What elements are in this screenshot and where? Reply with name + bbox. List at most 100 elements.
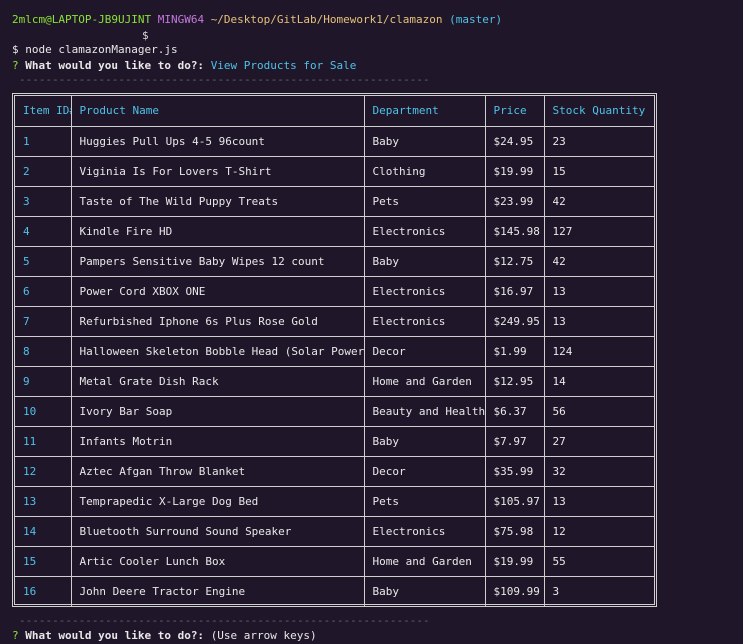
cell-price: $7.97: [485, 426, 545, 457]
user-host: 2mlcm@LAPTOP-JB9UJINT: [12, 13, 152, 26]
separator-top: ----------------------------------------…: [19, 73, 431, 86]
cell-stock-quantity: 124: [544, 336, 654, 367]
table-header-row: Item ID# Product Name Department Price S…: [15, 96, 654, 127]
cell-price: $24.95: [485, 126, 545, 157]
cell-department: Baby: [364, 576, 486, 606]
cell-product-name: Infants Motrin: [71, 426, 365, 457]
cell-stock-quantity: 13: [544, 486, 654, 517]
table-row: 14 Bluetooth Surround Sound Speaker Electr…: [15, 516, 654, 547]
header-item-id: Item ID#: [15, 96, 72, 127]
header-price: Price: [485, 96, 545, 127]
cell-product-name: Ivory Bar Soap: [71, 396, 365, 427]
cell-price: $109.99: [485, 576, 545, 606]
cell-price: $105.97: [485, 486, 545, 517]
table-row: 8 Halloween Skeleton Bobble Head (Solar P…: [15, 336, 654, 367]
cell-item-id: 16: [15, 576, 72, 606]
table-row: 11 Infants Motrin Baby $7.97 27: [15, 426, 654, 457]
table-row: 4 Kindle Fire HD Electronics $145.98 127: [15, 216, 654, 247]
cell-item-id: 9: [15, 366, 72, 397]
cell-item-id: 8: [15, 336, 72, 367]
cell-product-name: Artic Cooler Lunch Box: [71, 546, 365, 577]
cell-department: Electronics: [364, 276, 486, 307]
cell-department: Home and Garden: [364, 546, 486, 577]
prompt-line: 2mlcm@LAPTOP-JB9UJINT MINGW64 ~/Desktop/…: [12, 13, 502, 27]
cell-stock-quantity: 23: [544, 126, 654, 157]
question-hint-2: (Use arrow keys): [210, 629, 317, 642]
cell-stock-quantity: 13: [544, 306, 654, 337]
table-row: 15 Artic Cooler Lunch Box Home and Garden $…: [15, 546, 654, 577]
cell-item-id: 15: [15, 546, 72, 577]
cell-product-name: Pampers Sensitive Baby Wipes 12 count: [71, 246, 365, 277]
cell-price: $145.98: [485, 216, 545, 247]
table-row: 9 Metal Grate Dish Rack Home and Garden $12…: [15, 366, 654, 397]
cell-stock-quantity: 14: [544, 366, 654, 397]
cell-price: $35.99: [485, 456, 545, 487]
separator-bottom: ----------------------------------------…: [19, 614, 431, 627]
table-row: 12 Aztec Afgan Throw Blanket Decor $35.99 32: [15, 456, 654, 487]
cell-item-id: 11: [15, 426, 72, 457]
cell-department: Pets: [364, 186, 486, 217]
cell-department: Electronics: [364, 306, 486, 337]
cell-department: Pets: [364, 486, 486, 517]
cell-product-name: Aztec Afgan Throw Blanket: [71, 456, 365, 487]
cell-price: $6.37: [485, 396, 545, 427]
cell-item-id: 7: [15, 306, 72, 337]
cell-product-name: John Deere Tractor Engine: [71, 576, 365, 606]
cell-item-id: 2: [15, 156, 72, 187]
cell-department: Decor: [364, 456, 486, 487]
table-row: 7 Refurbished Iphone 6s Plus Rose Gold Ele…: [15, 306, 654, 337]
cell-item-id: 5: [15, 246, 72, 277]
command-line: $ node clamazonManager.js: [12, 43, 178, 56]
table-row: 2 Viginia Is For Lovers T-Shirt Clothing $1…: [15, 156, 654, 187]
cell-price: $1.99: [485, 336, 545, 367]
cell-department: Electronics: [364, 216, 486, 247]
cell-stock-quantity: 56: [544, 396, 654, 427]
question-line-1: ? What would you like to do?: View Produ…: [12, 59, 356, 73]
cell-stock-quantity: 32: [544, 456, 654, 487]
cell-item-id: 13: [15, 486, 72, 517]
cwd-path: ~/Desktop/GitLab/Homework1/clamazon: [210, 13, 443, 26]
git-branch: (master): [449, 13, 503, 26]
table-body: 1 Huggies Pull Ups 4-5 96count Baby $24.95 2…: [15, 126, 654, 606]
cell-item-id: 10: [15, 396, 72, 427]
cell-item-id: 6: [15, 276, 72, 307]
table-row: 10 Ivory Bar Soap Beauty and Health $6.37 56: [15, 396, 654, 427]
cell-department: Decor: [364, 336, 486, 367]
question-text-2: What would you like to do?:: [25, 629, 205, 642]
cell-stock-quantity: 42: [544, 246, 654, 277]
answer-text-1: View Products for Sale: [210, 59, 357, 72]
cell-stock-quantity: 12: [544, 516, 654, 547]
cell-price: $12.95: [485, 366, 545, 397]
table-row: 5 Pampers Sensitive Baby Wipes 12 count Ba…: [15, 246, 654, 277]
cell-department: Baby: [364, 426, 486, 457]
cell-stock-quantity: 27: [544, 426, 654, 457]
products-table: Item ID# Product Name Department Price S…: [15, 96, 654, 606]
question-mark-1: ?: [12, 59, 19, 72]
cell-price: $249.95: [485, 306, 545, 337]
cell-price: $12.75: [485, 246, 545, 277]
cell-item-id: 12: [15, 456, 72, 487]
terminal-window[interactable]: 2mlcm@LAPTOP-JB9UJINT MINGW64 ~/Desktop/…: [0, 0, 743, 644]
products-table-frame: Item ID# Product Name Department Price S…: [12, 93, 657, 607]
cell-item-id: 14: [15, 516, 72, 547]
cell-price: $75.98: [485, 516, 545, 547]
cell-price: $19.99: [485, 546, 545, 577]
cell-product-name: Refurbished Iphone 6s Plus Rose Gold: [71, 306, 365, 337]
question-line-2: ? What would you like to do?: (Use arrow…: [12, 629, 317, 643]
prompt-dollar: $: [142, 29, 149, 42]
table-row: 1 Huggies Pull Ups 4-5 96count Baby $24.95 2…: [15, 126, 654, 157]
cell-department: Electronics: [364, 516, 486, 547]
cell-product-name: Temprapedic X-Large Dog Bed: [71, 486, 365, 517]
cell-item-id: 4: [15, 216, 72, 247]
question-text-1: What would you like to do?:: [25, 59, 205, 72]
cell-price: $19.99: [485, 156, 545, 187]
table-row: 3 Taste of The Wild Puppy Treats Pets $23.9…: [15, 186, 654, 217]
cell-item-id: 1: [15, 126, 72, 157]
header-department: Department: [364, 96, 486, 127]
cell-product-name: Viginia Is For Lovers T-Shirt: [71, 156, 365, 187]
question-mark-2: ?: [12, 629, 19, 642]
cell-stock-quantity: 42: [544, 186, 654, 217]
cell-stock-quantity: 55: [544, 546, 654, 577]
table-row: 13 Temprapedic X-Large Dog Bed Pets $105.97…: [15, 486, 654, 517]
cell-department: Baby: [364, 126, 486, 157]
